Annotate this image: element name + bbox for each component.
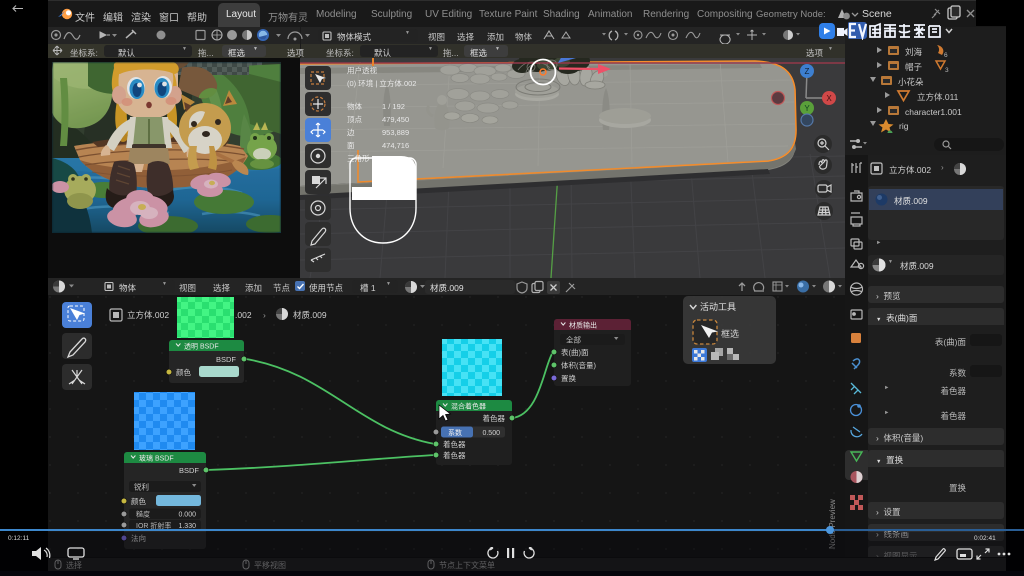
svg-text:立方体.011: 立方体.011 — [917, 92, 959, 102]
svg-text:物体: 物体 — [347, 101, 362, 111]
svg-text:表(曲)面: 表(曲)面 — [561, 347, 589, 357]
svg-text:系数: 系数 — [448, 428, 462, 437]
svg-text:混合着色器: 混合着色器 — [451, 402, 486, 411]
svg-text:(0) 环境 | 立方体.002: (0) 环境 | 立方体.002 — [347, 78, 416, 88]
svg-text:character1.001: character1.001 — [905, 107, 962, 117]
svg-text:用户透视: 用户透视 — [347, 65, 377, 75]
svg-text:着色器: 着色器 — [443, 439, 466, 449]
svg-text:透明 BSDF: 透明 BSDF — [184, 343, 219, 351]
svg-text:玻璃 BSDF: 玻璃 BSDF — [139, 454, 174, 463]
svg-text:糙度: 糙度 — [136, 510, 150, 519]
svg-text:全部: 全部 — [566, 335, 581, 345]
svg-text:颜色: 颜色 — [176, 367, 191, 377]
svg-text:小花朵: 小花朵 — [898, 77, 924, 87]
svg-text:面: 面 — [347, 141, 355, 150]
svg-text:1 / 192: 1 / 192 — [382, 102, 405, 111]
svg-text:Z: Z — [805, 67, 810, 76]
svg-text:体积(音量): 体积(音量) — [561, 360, 596, 370]
svg-text:颜色: 颜色 — [131, 496, 146, 506]
svg-text:›: › — [263, 310, 266, 320]
svg-text:474,716: 474,716 — [382, 141, 409, 150]
svg-text:顶点: 顶点 — [347, 115, 362, 124]
svg-text:3: 3 — [945, 67, 949, 74]
svg-text:着色器: 着色器 — [483, 413, 506, 423]
svg-text:材质输出: 材质输出 — [569, 321, 597, 330]
svg-text:953,889: 953,889 — [382, 128, 409, 137]
svg-text:Y: Y — [804, 104, 810, 113]
svg-text:rig: rig — [899, 121, 909, 131]
svg-text:BSDF: BSDF — [216, 355, 236, 364]
svg-text:置换: 置换 — [561, 373, 576, 383]
svg-text:锐利: 锐利 — [134, 482, 149, 492]
svg-text:着色器: 着色器 — [443, 450, 466, 460]
svg-text:6: 6 — [944, 52, 948, 59]
svg-text:边: 边 — [347, 128, 355, 137]
svg-text:材质.009: 材质.009 — [293, 310, 327, 320]
svg-text:479,450: 479,450 — [382, 115, 409, 124]
svg-text:0.500: 0.500 — [482, 430, 500, 437]
svg-text:立方体.002: 立方体.002 — [127, 310, 169, 320]
svg-text:X: X — [826, 94, 832, 103]
svg-text:BSDF: BSDF — [179, 466, 199, 475]
svg-text:0.000: 0.000 — [178, 512, 196, 519]
svg-text:帽子: 帽子 — [905, 62, 923, 72]
svg-text:刘海: 刘海 — [905, 47, 923, 57]
svg-text:.002: .002 — [235, 310, 252, 320]
